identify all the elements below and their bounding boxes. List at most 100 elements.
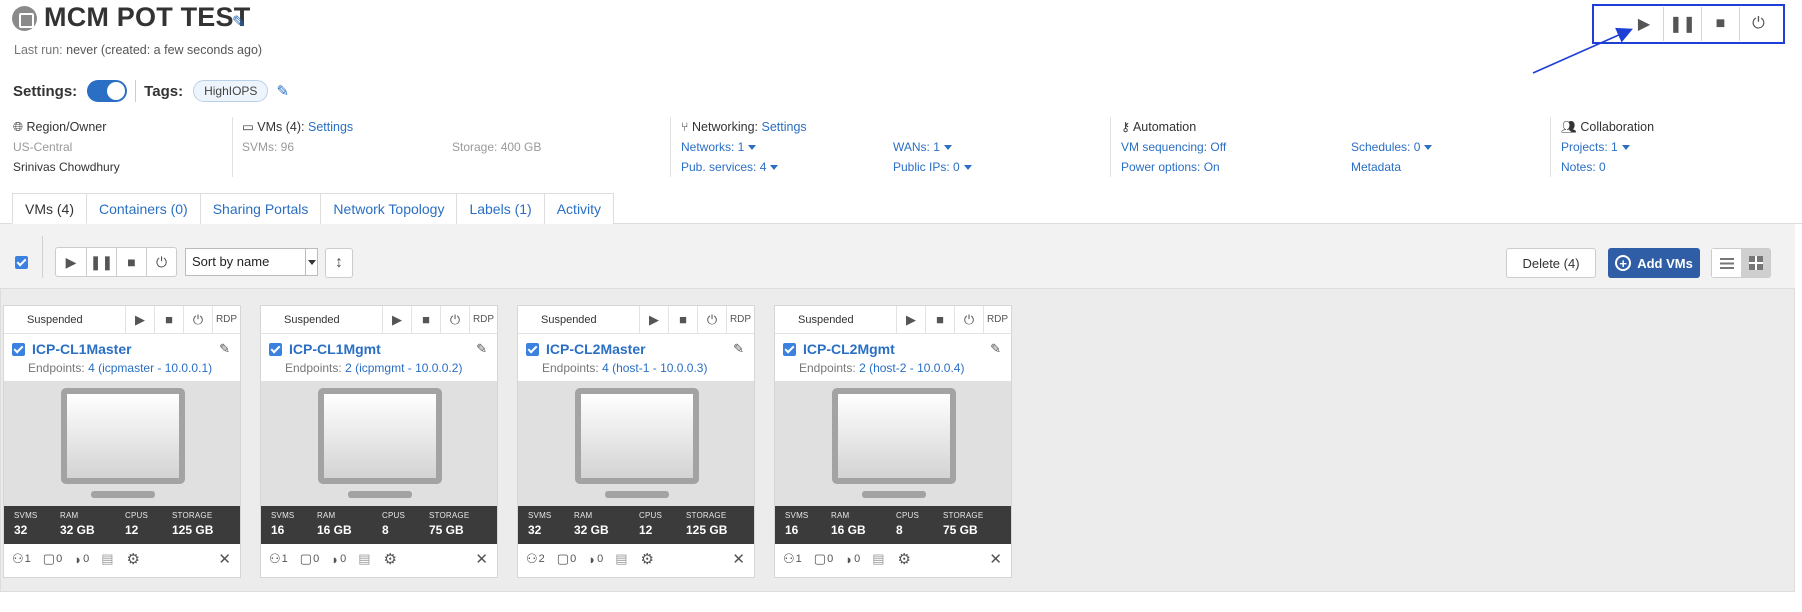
public-ips-dropdown[interactable]: Public IPs: 0 <box>893 157 972 177</box>
vm-comments-link[interactable]: ▢ 0 <box>43 551 62 567</box>
monitor-icon <box>832 388 956 484</box>
vm-stop-button[interactable]: ■ <box>668 305 697 334</box>
vm-select-checkbox[interactable] <box>526 342 539 356</box>
vm-tags-link[interactable]: ◗ 0 <box>845 552 860 567</box>
vm-users-link[interactable]: ⚇ 1 <box>12 551 31 567</box>
gear-icon[interactable]: ⚙ <box>640 550 654 568</box>
notes-link[interactable]: Notes: 0 <box>1561 157 1654 177</box>
add-vms-button[interactable]: + Add VMs <box>1608 248 1700 278</box>
close-icon[interactable]: ✕ <box>989 550 1002 568</box>
networking-settings-link[interactable]: Settings <box>761 120 806 134</box>
stop-button[interactable]: ■ <box>1701 7 1739 41</box>
list-view-button[interactable] <box>1712 249 1741 277</box>
vm-select-checkbox[interactable] <box>783 342 796 356</box>
tag-pill[interactable]: HighIOPS <box>193 80 269 102</box>
pub-services-dropdown[interactable]: Pub. services: 4 <box>681 157 1101 177</box>
projects-dropdown[interactable]: Projects: 1 <box>1561 137 1654 157</box>
sort-direction-button[interactable]: ↕ <box>325 248 353 278</box>
vm-power-button[interactable]: ⏻ <box>697 305 726 334</box>
vm-tags-link[interactable]: ◗ 0 <box>588 552 603 567</box>
vm-comments-link[interactable]: ▢ 0 <box>814 551 833 567</box>
vm-rdp-button[interactable]: RDP <box>983 305 1011 334</box>
bulk-power-button[interactable]: ⏻ <box>146 248 176 276</box>
vm-stop-button[interactable]: ■ <box>154 305 183 334</box>
tab-network-topology[interactable]: Network Topology <box>320 193 458 224</box>
vm-console-thumbnail[interactable] <box>518 381 754 506</box>
vm-power-button[interactable]: ⏻ <box>183 305 212 334</box>
vm-name-link[interactable]: ICP-CL2Master <box>546 341 733 357</box>
vm-tags-link[interactable]: ◗ 0 <box>331 552 346 567</box>
column-divider <box>1110 117 1111 177</box>
close-icon[interactable]: ✕ <box>475 550 488 568</box>
grid-view-button[interactable] <box>1741 249 1770 277</box>
tab-vms[interactable]: VMs (4) <box>12 193 87 224</box>
stop-icon: ■ <box>422 312 430 327</box>
close-icon[interactable]: ✕ <box>732 550 745 568</box>
disk-icon[interactable]: ▤ <box>872 551 885 567</box>
vms-settings-link[interactable]: Settings <box>308 120 353 134</box>
wans-dropdown[interactable]: WANs: 1 <box>893 137 952 157</box>
close-icon[interactable]: ✕ <box>218 550 231 568</box>
endpoints-link[interactable]: 2 (icpmgmt - 10.0.0.2) <box>345 361 462 375</box>
vm-users-link[interactable]: ⚇ 1 <box>269 551 288 567</box>
edit-vm-pencil-icon[interactable]: ✎ <box>219 341 230 357</box>
select-all-checkbox[interactable] <box>15 256 28 272</box>
vm-select-checkbox[interactable] <box>269 342 282 356</box>
vm-name-link[interactable]: ICP-CL1Master <box>32 341 219 357</box>
disk-icon[interactable]: ▤ <box>101 551 114 567</box>
vm-stop-button[interactable]: ■ <box>925 305 954 334</box>
vm-sequencing-link[interactable]: VM sequencing: Off <box>1121 137 1541 157</box>
vm-run-button[interactable]: ▶ <box>639 305 668 334</box>
bulk-run-button[interactable]: ▶ <box>56 248 86 276</box>
delete-vms-button[interactable]: Delete (4) <box>1506 248 1596 278</box>
endpoints-link[interactable]: 4 (host-1 - 10.0.0.3) <box>602 361 707 375</box>
power-options-link[interactable]: Power options: On <box>1121 157 1541 177</box>
power-off-button[interactable]: ⏻ <box>1739 7 1777 41</box>
vm-power-button[interactable]: ⏻ <box>440 305 469 334</box>
edit-title-pencil-icon[interactable]: ✎ <box>232 12 245 32</box>
vm-console-thumbnail[interactable] <box>261 381 497 506</box>
vm-stop-button[interactable]: ■ <box>411 305 440 334</box>
vm-run-button[interactable]: ▶ <box>896 305 925 334</box>
vm-comments-link[interactable]: ▢ 0 <box>300 551 319 567</box>
gear-icon[interactable]: ⚙ <box>383 550 397 568</box>
suspend-button[interactable]: ❚❚ <box>1663 7 1701 41</box>
vm-select-checkbox[interactable] <box>12 342 25 356</box>
endpoints-link[interactable]: 2 (host-2 - 10.0.0.4) <box>859 361 964 375</box>
vm-name-link[interactable]: ICP-CL1Mgmt <box>289 341 476 357</box>
sort-select[interactable]: Sort by name <box>185 248 318 276</box>
vm-rdp-button[interactable]: RDP <box>469 305 497 334</box>
vm-power-button[interactable]: ⏻ <box>954 305 983 334</box>
vm-comments-link[interactable]: ▢ 0 <box>557 551 576 567</box>
tab-containers[interactable]: Containers (0) <box>86 193 201 224</box>
vm-users-link[interactable]: ⚇ 2 <box>526 551 545 567</box>
edit-vm-pencil-icon[interactable]: ✎ <box>990 341 1001 357</box>
tab-sharing-portals[interactable]: Sharing Portals <box>199 193 322 224</box>
disk-icon[interactable]: ▤ <box>358 551 371 567</box>
tab-activity[interactable]: Activity <box>543 193 615 224</box>
vm-rdp-button[interactable]: RDP <box>726 305 754 334</box>
gear-icon[interactable]: ⚙ <box>126 550 140 568</box>
edit-vm-pencil-icon[interactable]: ✎ <box>476 341 487 357</box>
vm-run-button[interactable]: ▶ <box>382 305 411 334</box>
play-icon: ▶ <box>392 311 402 327</box>
vm-console-thumbnail[interactable] <box>775 381 1011 506</box>
vm-tags-link[interactable]: ◗ 0 <box>74 552 89 567</box>
gear-icon[interactable]: ⚙ <box>897 550 911 568</box>
edit-tags-pencil-icon[interactable]: ✎ <box>276 82 289 100</box>
endpoints-link[interactable]: 4 (icpmaster - 10.0.0.1) <box>88 361 212 375</box>
networks-dropdown[interactable]: Networks: 1 <box>681 137 1101 157</box>
bulk-stop-button[interactable]: ■ <box>116 248 146 276</box>
vm-run-button[interactable]: ▶ <box>125 305 154 334</box>
vm-name-link[interactable]: ICP-CL2Mgmt <box>803 341 990 357</box>
metadata-link[interactable]: Metadata <box>1351 157 1401 177</box>
vm-rdp-button[interactable]: RDP <box>212 305 240 334</box>
edit-vm-pencil-icon[interactable]: ✎ <box>733 341 744 357</box>
disk-icon[interactable]: ▤ <box>615 551 628 567</box>
schedules-dropdown[interactable]: Schedules: 0 <box>1351 137 1433 157</box>
vm-console-thumbnail[interactable] <box>4 381 240 506</box>
bulk-suspend-button[interactable]: ❚❚ <box>86 248 116 276</box>
tab-labels[interactable]: Labels (1) <box>456 193 545 224</box>
vm-users-link[interactable]: ⚇ 1 <box>783 551 802 567</box>
settings-toggle[interactable] <box>87 80 128 102</box>
